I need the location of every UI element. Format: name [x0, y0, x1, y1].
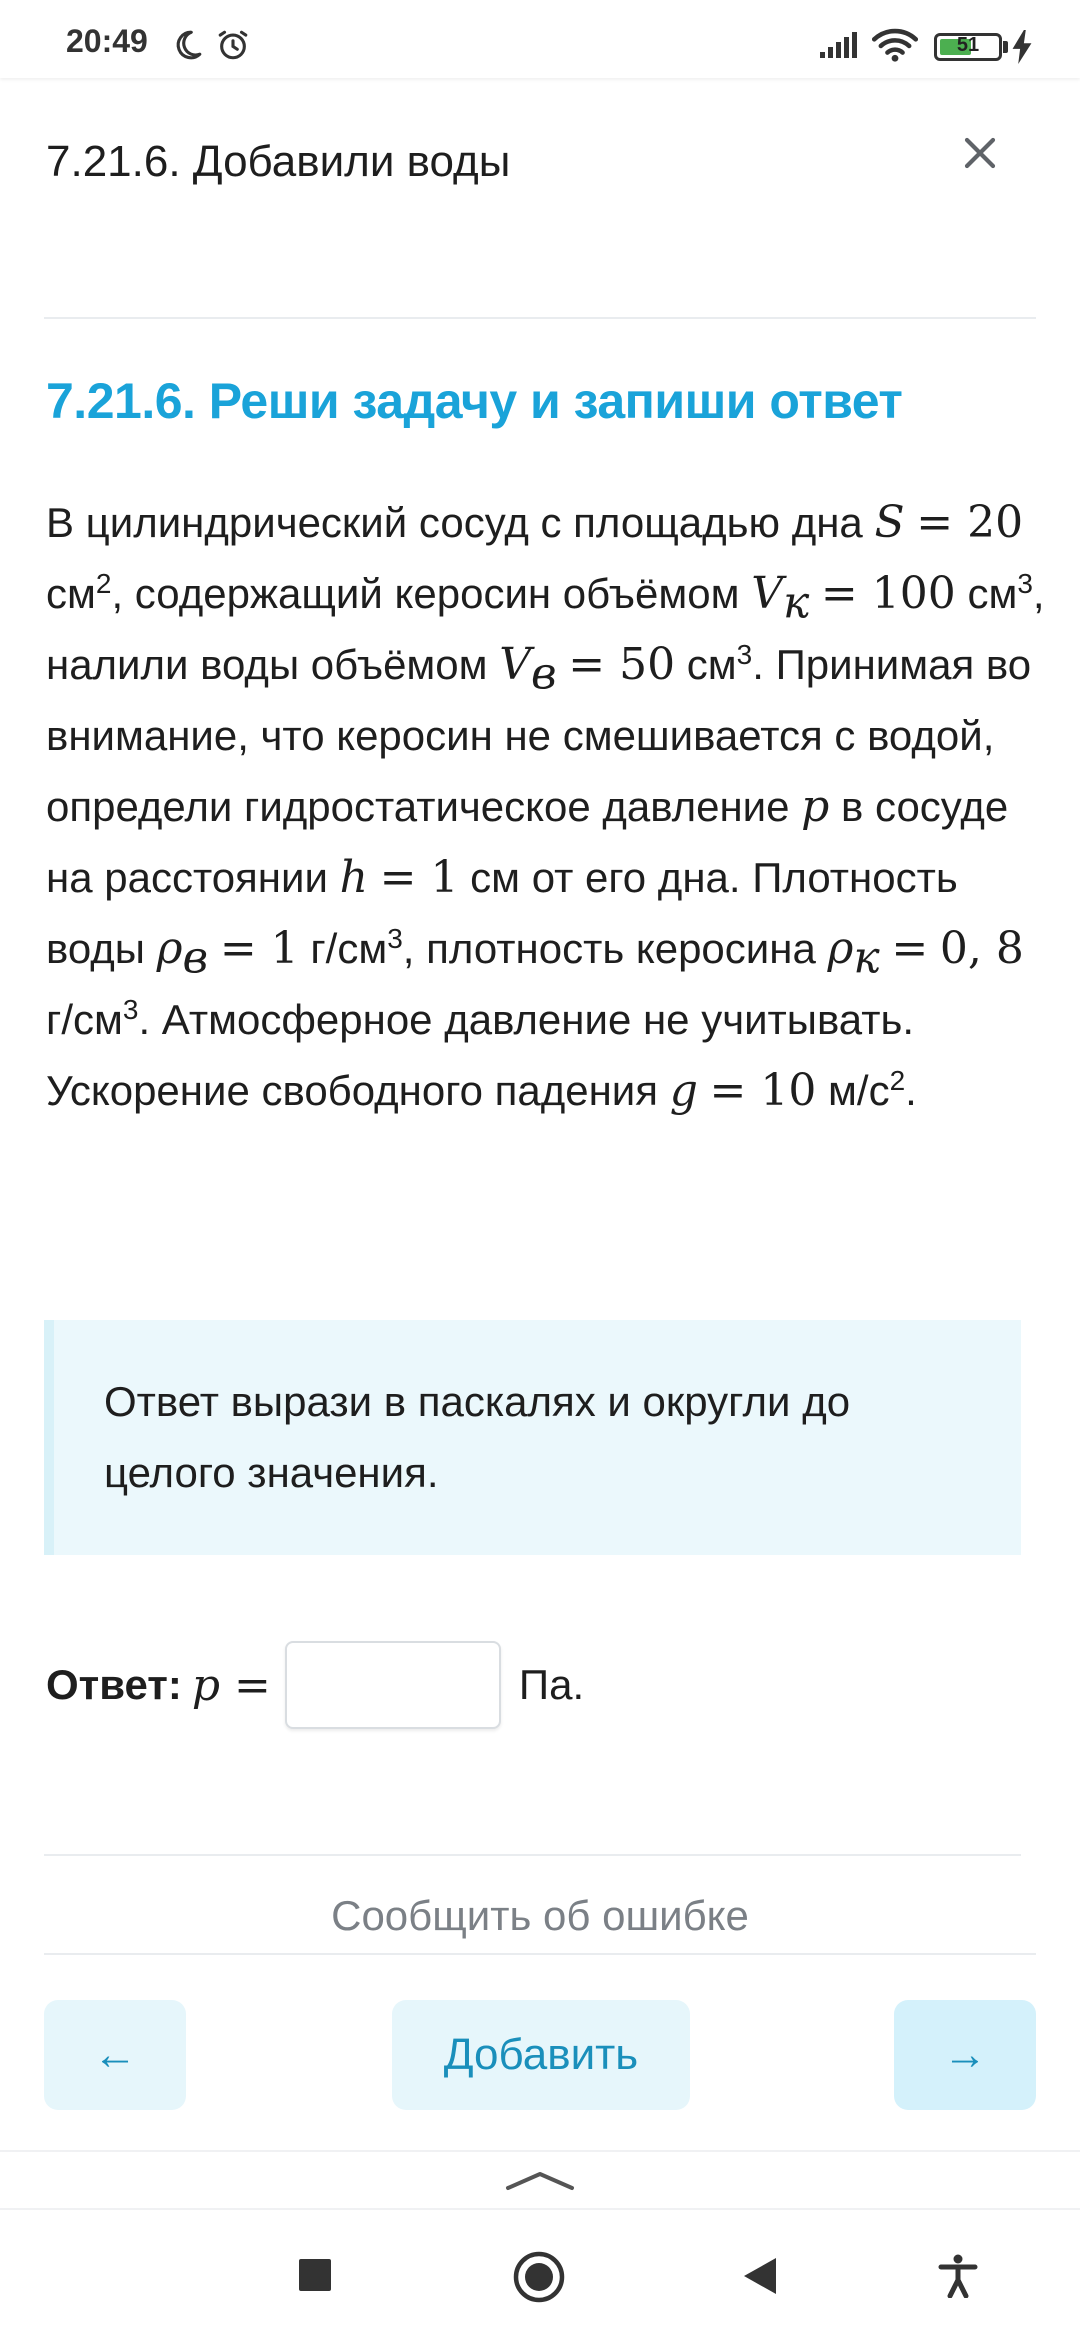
signal-icon	[818, 30, 860, 65]
battery-level: 51	[956, 34, 980, 56]
page-title: 7.21.6. Добавили воды	[46, 137, 511, 186]
close-icon	[963, 136, 997, 175]
problem-text-part: , плотность керосина	[402, 925, 816, 972]
math-value: = 20	[916, 497, 1024, 548]
arrow-left-icon: ←	[93, 2030, 137, 2079]
math-value: = 100	[820, 568, 956, 619]
task-heading: 7.21.6. Реши задачу и запиши ответ	[46, 373, 903, 429]
math-variable: p	[801, 781, 830, 832]
math-subscript: в	[182, 932, 209, 984]
answer-input[interactable]	[284, 1641, 501, 1729]
math-exponent: 2	[889, 1065, 906, 1096]
answer-label: Ответ:	[46, 1661, 182, 1708]
math-exponent: 3	[1017, 568, 1033, 599]
math-variable: V	[499, 639, 531, 690]
math-value: = 1	[379, 852, 459, 903]
math-variable: h	[339, 852, 368, 903]
status-time: 20:49	[66, 23, 148, 59]
hint-box: Ответ вырази в паскалях и округли до цел…	[44, 1320, 1021, 1555]
math-unit: см	[46, 570, 96, 617]
math-unit: г/см	[46, 996, 123, 1043]
math-unit: см	[686, 641, 737, 688]
report-divider-top	[44, 1854, 1021, 1856]
header-divider	[44, 317, 1036, 319]
answer-row: Ответ: p = Па.	[46, 1640, 584, 1730]
report-divider-bottom	[44, 1953, 1036, 1955]
add-button-label: Добавить	[443, 2030, 639, 2079]
math-value: =	[891, 923, 929, 974]
battery-tip	[1003, 41, 1008, 53]
problem-text-part: .	[905, 1067, 917, 1114]
math-variable: S	[874, 497, 905, 548]
math-value: = 10	[709, 1065, 817, 1116]
math-subscript: к	[782, 577, 810, 629]
math-subscript: в	[531, 648, 557, 700]
math-exponent: 2	[95, 568, 112, 599]
hint-text: Ответ вырази в паскалях и округли до цел…	[104, 1378, 851, 1496]
answer-unit: Па.	[518, 1661, 585, 1708]
system-nav-bar	[0, 2208, 1080, 2342]
math-value: 0, 8	[939, 923, 1024, 974]
arrow-right-icon: →	[943, 2030, 987, 2079]
wifi-icon	[871, 28, 919, 67]
math-unit: см	[470, 854, 521, 901]
math-variable: ρ	[156, 923, 183, 974]
math-value: = 1	[219, 923, 299, 974]
charging-bolt-icon	[1010, 30, 1034, 69]
chevron-up-icon[interactable]	[504, 2168, 576, 2197]
math-exponent: 3	[387, 923, 403, 954]
home-circle-icon[interactable]	[512, 2250, 566, 2309]
problem-text-part: В цилиндрический сосуд с площадью дна	[46, 499, 863, 546]
alarm-icon	[216, 28, 250, 67]
problem-text: В цилиндрический сосуд с площадью дна S …	[46, 487, 1046, 1126]
close-button[interactable]	[955, 130, 1005, 180]
report-error-link[interactable]: Сообщить об ошибке	[0, 1892, 1080, 1940]
problem-text-part: , содержащий керосин объёмом	[111, 570, 740, 617]
status-bar: 20:49 51	[0, 0, 1080, 78]
math-variable: g	[669, 1065, 698, 1116]
moon-icon	[170, 28, 204, 67]
answer-variable: p =	[191, 1659, 271, 1711]
recents-square-icon[interactable]	[298, 2258, 332, 2297]
battery-icon: 51	[934, 33, 1002, 61]
math-subscript: к	[853, 932, 880, 984]
math-value: = 50	[568, 639, 676, 690]
math-unit: м/с	[828, 1067, 890, 1114]
math-exponent: 3	[736, 639, 753, 670]
prev-button[interactable]: ←	[44, 2000, 186, 2110]
math-exponent: 3	[122, 994, 139, 1025]
math-unit: г/см	[310, 925, 388, 972]
math-variable: ρ	[827, 923, 854, 974]
add-button[interactable]: Добавить	[392, 2000, 690, 2110]
back-triangle-icon[interactable]	[742, 2256, 778, 2301]
math-unit: см	[967, 570, 1018, 617]
math-variable: V	[751, 568, 783, 619]
next-button[interactable]: →	[894, 2000, 1036, 2110]
accessibility-icon[interactable]	[938, 2254, 978, 2303]
